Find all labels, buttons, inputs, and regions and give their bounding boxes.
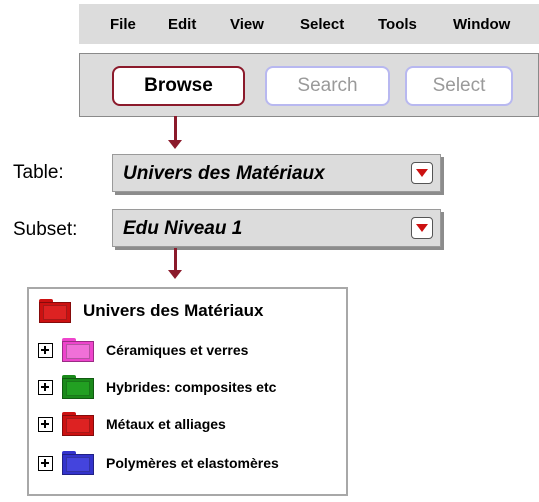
toolbar: Browse Search Select xyxy=(79,53,539,117)
caret-down-icon xyxy=(416,224,428,232)
app-window: File Edit View Select Tools Window Brows… xyxy=(0,0,539,502)
tree-panel: Univers des Matériaux Céramiques et verr… xyxy=(27,287,348,496)
arrow-head-icon xyxy=(168,270,182,279)
expand-plus-icon[interactable] xyxy=(38,416,53,432)
menu-view[interactable]: View xyxy=(230,16,264,33)
folder-icon xyxy=(62,451,94,475)
expand-plus-icon[interactable] xyxy=(38,379,53,395)
select-button[interactable]: Select xyxy=(405,66,513,106)
arrow-connector xyxy=(174,248,177,272)
tree-item-label: Hybrides: composites etc xyxy=(106,379,277,395)
tree-item-hybrides[interactable]: Hybrides: composites etc xyxy=(38,375,276,399)
tree-item-label: Polymères et elastomères xyxy=(106,455,279,471)
tree-item-metaux[interactable]: Métaux et alliages xyxy=(38,412,226,436)
subset-value: Edu Niveau 1 xyxy=(123,218,243,239)
arrow-connector xyxy=(174,116,177,142)
menu-file[interactable]: File xyxy=(110,16,136,33)
subset-dropdown-button[interactable] xyxy=(411,217,433,239)
browse-button[interactable]: Browse xyxy=(112,66,245,106)
subset-label: Subset: xyxy=(13,219,78,240)
tree-item-label: Métaux et alliages xyxy=(106,416,226,432)
folder-icon xyxy=(62,375,94,399)
subset-dropdown[interactable]: Edu Niveau 1 xyxy=(112,209,441,247)
folder-icon xyxy=(39,299,71,323)
tree-root-label: Univers des Matériaux xyxy=(83,301,264,320)
menu-select[interactable]: Select xyxy=(300,16,344,33)
menu-bar: File Edit View Select Tools Window xyxy=(79,4,539,44)
caret-down-icon xyxy=(416,169,428,177)
table-dropdown-button[interactable] xyxy=(411,162,433,184)
expand-plus-icon[interactable] xyxy=(38,342,53,358)
tree-root[interactable]: Univers des Matériaux xyxy=(39,299,263,323)
tree-item-ceramiques[interactable]: Céramiques et verres xyxy=(38,338,248,362)
folder-icon xyxy=(62,412,94,436)
table-label: Table: xyxy=(13,162,64,183)
table-dropdown[interactable]: Univers des Matériaux xyxy=(112,154,441,192)
search-button[interactable]: Search xyxy=(265,66,390,106)
tree-item-label: Céramiques et verres xyxy=(106,342,249,358)
table-value: Univers des Matériaux xyxy=(123,163,325,184)
menu-edit[interactable]: Edit xyxy=(168,16,196,33)
tree-item-polymeres[interactable]: Polymères et elastomères xyxy=(38,451,279,475)
expand-plus-icon[interactable] xyxy=(38,455,53,471)
menu-window[interactable]: Window xyxy=(453,16,510,33)
folder-icon xyxy=(62,338,94,362)
menu-tools[interactable]: Tools xyxy=(378,16,417,33)
arrow-head-icon xyxy=(168,140,182,149)
